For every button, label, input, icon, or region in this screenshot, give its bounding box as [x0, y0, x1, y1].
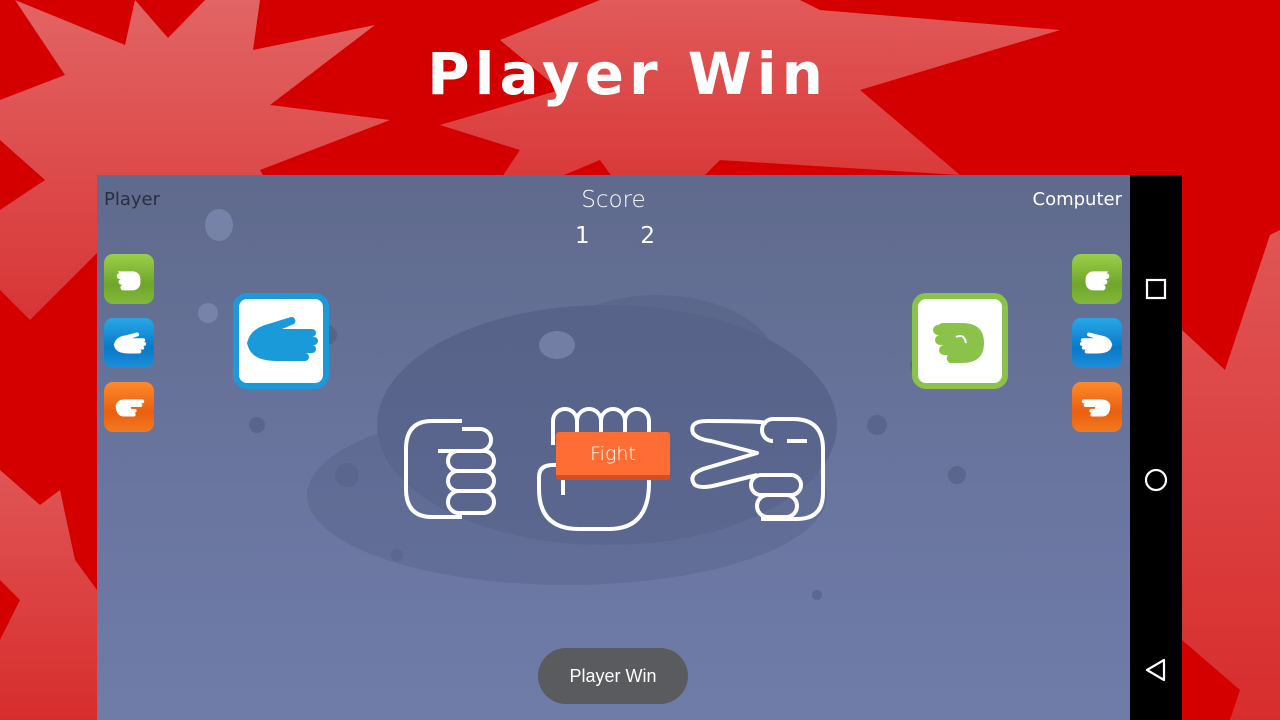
home-button[interactable]	[1144, 468, 1168, 492]
result-headline: Player Win	[427, 40, 828, 108]
paper-hand-icon	[113, 332, 147, 354]
player-rock-button[interactable]	[104, 254, 154, 304]
back-button[interactable]	[1144, 658, 1168, 682]
score-title: Score	[581, 187, 646, 213]
rock-outline-icon	[404, 419, 496, 519]
game-screen: Player Score 1 2 Computer Fight Player W…	[97, 175, 1130, 720]
result-toast: Player Win	[538, 648, 688, 704]
player-selected-choice	[233, 293, 329, 389]
player-scissors-button[interactable]	[104, 382, 154, 432]
scissors-hand-icon	[115, 399, 145, 417]
device-screen: Player Score 1 2 Computer Fight Player W…	[97, 175, 1182, 720]
player-score: 1	[575, 223, 590, 249]
recents-square-icon	[1145, 278, 1167, 300]
computer-selected-choice	[912, 293, 1008, 389]
computer-scissors-indicator	[1072, 382, 1122, 432]
android-navigation-bar	[1130, 175, 1182, 720]
computer-rock-indicator	[1072, 254, 1122, 304]
rock-fist-icon	[1085, 271, 1110, 291]
back-triangle-icon	[1145, 658, 1166, 682]
home-circle-icon	[1144, 468, 1168, 492]
scissors-hand-icon	[1081, 399, 1111, 417]
computer-paper-indicator	[1072, 318, 1122, 368]
rock-fist-icon	[933, 323, 984, 363]
rock-fist-icon	[116, 271, 141, 291]
fight-button[interactable]: Fight	[556, 432, 670, 480]
computer-label: Computer	[1032, 189, 1122, 210]
player-paper-button[interactable]	[104, 318, 154, 368]
computer-score: 2	[640, 223, 655, 249]
paper-hand-icon	[1079, 332, 1113, 354]
paper-hand-icon	[247, 316, 318, 361]
recents-button[interactable]	[1144, 277, 1168, 301]
scissors-outline-icon	[690, 417, 825, 521]
score-values: 1 2	[575, 223, 655, 249]
